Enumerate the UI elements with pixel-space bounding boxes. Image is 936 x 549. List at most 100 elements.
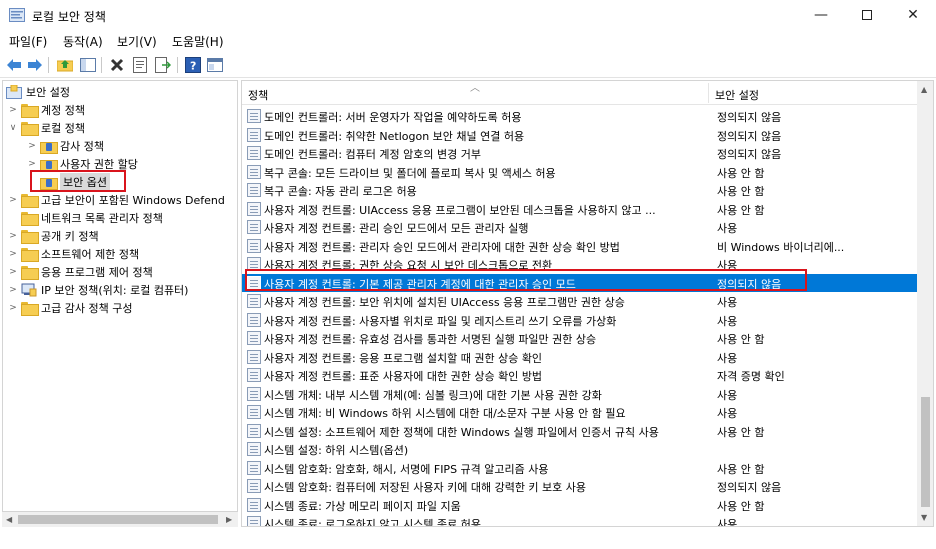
tree-horizontal-scrollbar[interactable]: ◀ ▶ <box>2 511 238 527</box>
table-row[interactable]: 사용자 계정 컨트롤: UIAccess 응용 프로그램이 보안된 데스크톱을 … <box>242 200 918 218</box>
table-row[interactable]: 도메인 컨트롤러: 서버 운영자가 작업을 예약하도록 허용 정의되지 않음 <box>242 107 918 125</box>
tree-item-local-policy[interactable]: ∨ 로컬 정책 <box>8 119 85 137</box>
security-settings-icon <box>6 85 22 99</box>
menu-help[interactable]: 도움말(H) <box>172 33 224 50</box>
column-header-policy[interactable]: 정책 <box>248 87 268 103</box>
table-row[interactable]: 시스템 설정: 소프트웨어 제한 정책에 대한 Windows 실행 파일에서 … <box>242 422 918 440</box>
tree-item-label: 로컬 정책 <box>41 122 85 135</box>
policy-icon <box>247 497 261 512</box>
policy-name: 복구 콘솔: 자동 관리 로그온 허용 <box>264 185 417 198</box>
tree-item-ip-security[interactable]: > IP 보안 정책(위치: 로컬 컴퓨터) <box>8 281 188 299</box>
tree-item-label: 고급 보안이 포함된 Windows Defend <box>41 194 225 207</box>
tree-pane[interactable]: 보안 설정 > 계정 정책 ∨ 로컬 정책 > 감사 정책 > 사용자 권한 할… <box>2 80 238 527</box>
properties-button[interactable] <box>131 56 149 74</box>
security-setting: 정의되지 않음 <box>717 129 782 143</box>
table-row[interactable]: 시스템 개체: 비 Windows 하위 시스템에 대한 대/소문자 구분 사용… <box>242 403 918 421</box>
table-row[interactable]: 도메인 컨트롤러: 취약한 Netlogon 보안 채널 연결 허용 정의되지 않… <box>242 126 918 144</box>
policy-name: 시스템 종료: 로그온하지 않고 시스템 종료 허용 <box>264 518 481 527</box>
menu-file[interactable]: 파일(F) <box>9 33 47 50</box>
security-setting: 자격 증명 확인 <box>717 370 785 383</box>
table-row[interactable]: 시스템 암호화: 암호화, 해시, 서명에 FIPS 규격 알고리즘 사용 사용 … <box>242 459 918 477</box>
window-title: 로컬 보안 정책 <box>32 10 106 24</box>
chevron-right-icon[interactable]: > <box>8 249 18 259</box>
table-row[interactable]: 사용자 계정 컨트롤: 표준 사용자에 대한 권한 상승 확인 방법 자격 증명 … <box>242 366 918 384</box>
chevron-down-icon[interactable]: ∨ <box>8 123 18 133</box>
up-folder-button[interactable] <box>56 56 74 74</box>
policy-icon <box>247 479 261 493</box>
policy-icon <box>247 349 261 364</box>
security-setting: 사용 <box>717 407 738 420</box>
list-vertical-scrollbar[interactable]: ▲ ▼ <box>917 81 933 526</box>
minimize-button[interactable]: — <box>798 0 844 30</box>
scroll-down-icon[interactable]: ▼ <box>921 513 927 522</box>
close-button[interactable]: ✕ <box>890 0 936 30</box>
tree-item-app-control[interactable]: > 응용 프로그램 제어 정책 <box>8 263 153 281</box>
title-bar[interactable]: 로컬 보안 정책 — ✕ <box>0 0 936 30</box>
tree-item-audit-policy[interactable]: > 감사 정책 <box>27 137 104 155</box>
policy-name: 사용자 계정 컨트롤: 유효성 검사를 통과한 서명된 실행 파일만 권한 상승 <box>264 333 597 346</box>
table-row[interactable]: 사용자 계정 컨트롤: 응용 프로그램 설치할 때 권한 상승 확인 사용 <box>242 348 918 366</box>
table-row[interactable]: 시스템 종료: 로그온하지 않고 시스템 종료 허용 사용 <box>242 514 918 527</box>
svg-text:?: ? <box>190 60 196 73</box>
tree-item-network-list[interactable]: 네트워크 목록 관리자 정책 <box>18 209 163 227</box>
table-row[interactable]: 시스템 개체: 내부 시스템 개체(예: 심볼 링크)에 대한 기본 사용 권한… <box>242 385 918 403</box>
export-button[interactable] <box>154 56 172 74</box>
chevron-right-icon[interactable]: > <box>27 141 37 151</box>
column-divider[interactable] <box>708 83 709 103</box>
table-row[interactable]: 시스템 암호화: 컴퓨터에 저장된 사용자 키에 대해 강력한 키 보호 사용 정… <box>242 477 918 495</box>
table-row[interactable]: 도메인 컨트롤러: 컴퓨터 계정 암호의 변경 거부 정의되지 않음 <box>242 144 918 162</box>
tree-item-advanced-audit[interactable]: > 고급 감사 정책 구성 <box>8 299 132 317</box>
scroll-left-icon[interactable]: ◀ <box>6 515 12 524</box>
table-row[interactable]: 사용자 계정 컨트롤: 관리 승인 모드에서 모든 관리자 실행 사용 <box>242 218 918 236</box>
security-policy-icon <box>9 8 25 22</box>
forward-button[interactable] <box>26 56 44 74</box>
scroll-right-icon[interactable]: ▶ <box>226 515 232 524</box>
help-button[interactable]: ? <box>184 56 202 74</box>
maximize-icon <box>862 10 872 20</box>
policy-name: 도메인 컨트롤러: 컴퓨터 계정 암호의 변경 거부 <box>264 148 481 161</box>
table-row[interactable]: 복구 콘솔: 모든 드라이브 및 폴더에 플로피 복사 및 액세스 허용 사용 안… <box>242 163 918 181</box>
policy-name: 시스템 암호화: 암호화, 해시, 서명에 FIPS 규격 알고리즘 사용 <box>264 462 549 476</box>
menu-view[interactable]: 보기(V) <box>117 33 157 50</box>
policy-list-pane[interactable]: 정책 ︿ 보안 설정 도메인 컨트롤러: 서버 운영자가 작업을 예약하도록 허… <box>241 80 934 527</box>
table-row[interactable]: 사용자 계정 컨트롤: 보안 위치에 설치된 UIAccess 응용 프로그램만… <box>242 292 918 310</box>
chevron-right-icon[interactable]: > <box>8 267 18 277</box>
chevron-right-icon[interactable]: > <box>8 195 18 205</box>
scrollbar-thumb[interactable] <box>18 515 218 524</box>
delete-button[interactable] <box>108 56 126 74</box>
show-tree-button[interactable] <box>79 56 97 74</box>
folder-icon <box>21 248 39 262</box>
tree-item-account-policy[interactable]: > 계정 정책 <box>8 101 85 119</box>
policy-icon <box>247 183 261 197</box>
scrollbar-thumb[interactable] <box>921 397 930 507</box>
scroll-up-icon[interactable]: ▲ <box>921 85 927 94</box>
chevron-right-icon[interactable]: > <box>8 105 18 115</box>
chevron-right-icon[interactable]: > <box>8 285 18 295</box>
table-row[interactable]: 복구 콘솔: 자동 관리 로그온 허용 사용 안 함 <box>242 181 918 199</box>
table-row[interactable]: 시스템 종료: 가상 메모리 페이지 파일 지움 사용 안 함 <box>242 496 918 514</box>
chevron-right-icon[interactable]: > <box>8 303 18 313</box>
panel-button[interactable] <box>206 56 224 74</box>
back-button[interactable] <box>5 56 23 74</box>
tree-item-label: 소프트웨어 제한 정책 <box>41 248 140 261</box>
tree-item-label: 응용 프로그램 제어 정책 <box>41 266 153 279</box>
policy-name: 시스템 개체: 내부 시스템 개체(예: 심볼 링크)에 대한 기본 사용 권한… <box>264 388 602 402</box>
folder-icon <box>21 104 39 118</box>
folder-icon <box>21 230 39 244</box>
table-row[interactable]: 사용자 계정 컨트롤: 사용자별 위치로 파일 및 레지스트리 쓰기 오류를 가… <box>242 311 918 329</box>
policy-icon <box>247 294 261 308</box>
table-row[interactable]: 사용자 계정 컨트롤: 유효성 검사를 통과한 서명된 실행 파일만 권한 상승… <box>242 329 918 347</box>
column-header-setting[interactable]: 보안 설정 <box>715 87 759 103</box>
tree-item-public-key[interactable]: > 공개 키 정책 <box>8 227 99 245</box>
chevron-right-icon[interactable]: > <box>27 159 37 169</box>
maximize-button[interactable] <box>844 0 890 30</box>
policy-icon <box>247 220 261 234</box>
table-row[interactable]: 사용자 계정 컨트롤: 관리자 승인 모드에서 관리자에 대한 권한 상승 확인… <box>242 237 918 255</box>
chevron-right-icon[interactable]: > <box>8 231 18 241</box>
tree-item-security-settings[interactable]: 보안 설정 <box>6 83 70 101</box>
menu-action[interactable]: 동작(A) <box>63 33 103 50</box>
security-setting: 정의되지 않음 <box>717 148 782 161</box>
tree-item-windows-defender[interactable]: > 고급 보안이 포함된 Windows Defend <box>8 191 225 209</box>
table-row[interactable]: 시스템 설정: 하위 시스템(옵션) <box>242 440 918 458</box>
tree-item-software-restriction[interactable]: > 소프트웨어 제한 정책 <box>8 245 139 263</box>
